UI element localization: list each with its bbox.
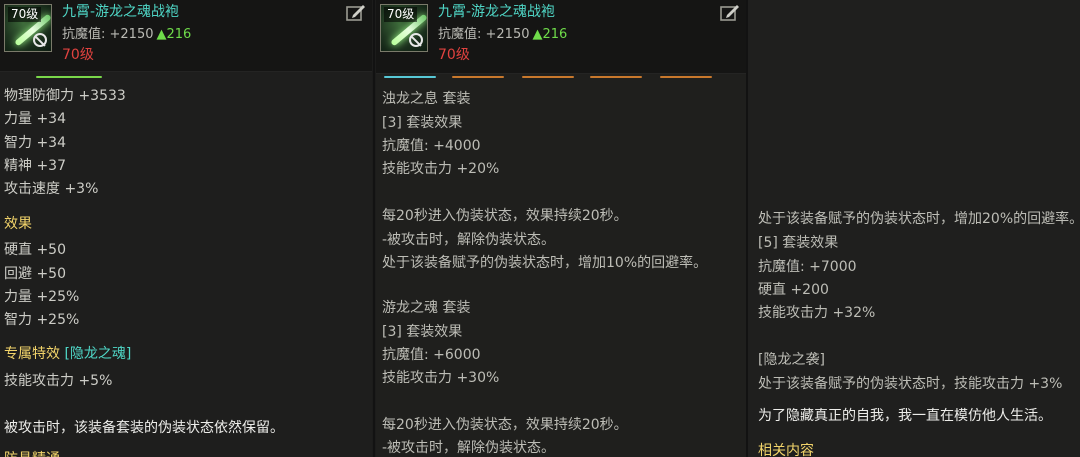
tab-indicator-active[interactable]: [36, 76, 102, 78]
attr-intelligence: 智力 +34: [4, 135, 66, 151]
jade-blade-icon[interactable]: 70级: [4, 4, 52, 52]
set-skill-attack: 技能攻击力 +32%: [758, 305, 876, 321]
item-tooltip-screenshot: 70级 九霄-游龙之魂战袍 抗魔值: +2150 ▲216 70级 物理防御力 +…: [0, 0, 1080, 457]
set-resist: 抗魔值: +6000: [382, 347, 481, 363]
panel-divider: [373, 0, 375, 457]
exclusive-effect-name: [隐龙之魂]: [64, 346, 132, 362]
jade-blade-icon[interactable]: 70级: [380, 4, 428, 52]
set-skill-attack: 技能攻击力 +20%: [382, 161, 500, 177]
effect-strength-pct: 力量 +25%: [4, 289, 80, 305]
set-resist: 抗魔值: +7000: [758, 259, 857, 275]
effect-intelligence-pct: 智力 +25%: [4, 312, 80, 328]
tab-indicator[interactable]: [522, 76, 574, 78]
compare-edit-icon[interactable]: [720, 4, 740, 22]
tab-indicator[interactable]: [590, 76, 642, 78]
set-description: 处于该装备赋予的伪装状态时，增加10%的回避率。: [382, 255, 708, 271]
attr-attack-speed: 攻击速度 +3%: [4, 181, 99, 197]
item-header: 70级 九霄-游龙之魂战袍 抗魔值: +2150 ▲216 70级: [0, 0, 372, 72]
set-description: -被攻击时，解除伪装状态。: [382, 232, 556, 248]
set-hitstun: 硬直 +200: [758, 282, 829, 298]
set-tier-header: [5] 套装效果: [758, 235, 839, 251]
tooltip-tabs: [0, 76, 372, 80]
resist-value: 抗魔值: +2150 ▲216: [438, 26, 567, 44]
exclusive-effect-header: 专属特效 [隐龙之魂]: [4, 344, 131, 364]
item-header: 70级 九霄-游龙之魂战袍 抗魔值: +2150 ▲216 70级: [376, 0, 746, 74]
attr-spirit: 精神 +37: [4, 158, 66, 174]
resist-delta: ▲216: [156, 27, 192, 42]
exclusive-effect-label: 专属特效: [4, 346, 60, 362]
set-skill-attack: 技能攻击力 +30%: [382, 370, 500, 386]
item-tooltip-panel-3: 处于该装备赋予的伪装状态时，增加20%的回避率。 [5] 套装效果 抗魔值: +…: [748, 0, 1080, 457]
item-tooltip-panel-2: 70级 九霄-游龙之魂战袍 抗魔值: +2150 ▲216 70级 浊龙之息 套装…: [376, 0, 746, 457]
effect-skill-attack: 技能攻击力 +5%: [4, 373, 113, 389]
compare-edit-icon[interactable]: [346, 4, 366, 22]
set-resist: 抗魔值: +4000: [382, 138, 481, 154]
set-name-2: 游龙之魂 套装: [382, 300, 471, 316]
tab-indicator[interactable]: [452, 76, 504, 78]
item-name: 九霄-游龙之魂战袍: [62, 4, 180, 20]
effect-evasion: 回避 +50: [4, 266, 66, 282]
tab-indicator-active[interactable]: [384, 76, 436, 78]
level-requirement: 70级: [438, 47, 470, 63]
effect-hitstun: 硬直 +50: [4, 242, 66, 258]
section-header-related: 相关内容: [758, 443, 814, 457]
section-header-effects: 效果: [4, 216, 32, 232]
resist-delta: ▲216: [532, 27, 568, 42]
set-description: 每20秒进入伪装状态，效果持续20秒。: [382, 417, 628, 433]
section-header-armor-mastery: 防具精通: [4, 449, 60, 457]
attr-physical-defense: 物理防御力 +3533: [4, 88, 126, 104]
resist-value: 抗魔值: +2150 ▲216: [62, 26, 191, 44]
resist-label: 抗魔值: +2150: [438, 27, 530, 42]
flavor-text: 为了隐藏真正的自我，我一直在模仿他人生活。: [758, 408, 1052, 424]
tooltip-tabs: [376, 76, 746, 80]
set-tier-header: [3] 套装效果: [382, 115, 463, 131]
level-requirement: 70级: [62, 47, 94, 63]
tab-indicator[interactable]: [660, 76, 712, 78]
effect-description: 被攻击时，该装备套装的伪装状态依然保留。: [4, 420, 284, 436]
level-badge: 70级: [384, 7, 418, 22]
level-badge: 70级: [8, 7, 42, 22]
item-tooltip-panel-1: 70级 九霄-游龙之魂战袍 抗魔值: +2150 ▲216 70级 物理防御力 +…: [0, 0, 372, 457]
set-name-1: 浊龙之息 套装: [382, 91, 471, 107]
set-description: -被攻击时，解除伪装状态。: [382, 440, 556, 456]
item-name: 九霄-游龙之魂战袍: [438, 4, 556, 20]
resist-label: 抗魔值: +2150: [62, 27, 154, 42]
set-description: 每20秒进入伪装状态，效果持续20秒。: [382, 208, 628, 224]
attr-strength: 力量 +34: [4, 111, 66, 127]
set-tier-header: [3] 套装效果: [382, 324, 463, 340]
set-special-name: [隐龙之袭]: [758, 352, 825, 368]
set-special-effect: 处于该装备赋予的伪装状态时，技能攻击力 +3%: [758, 376, 1063, 392]
set-description: 处于该装备赋予的伪装状态时，增加20%的回避率。: [758, 211, 1080, 227]
